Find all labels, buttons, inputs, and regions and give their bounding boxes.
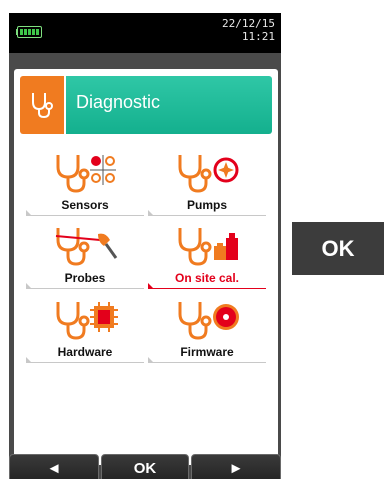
- menu-item-on-site-calibration[interactable]: On site cal.: [148, 220, 266, 290]
- menu-item-label: Hardware: [57, 345, 113, 359]
- diagnostic-panel: Diagnostic Sensors Pumps Probes On site …: [14, 69, 278, 465]
- header-title-bar: Diagnostic: [66, 76, 272, 134]
- menu-header: Diagnostic: [20, 76, 272, 134]
- menu-item-label: On site cal.: [174, 271, 240, 285]
- menu-item-firmware[interactable]: Firmware: [148, 294, 266, 364]
- softkey-ok-button[interactable]: OK: [101, 454, 189, 479]
- ok-button[interactable]: OK: [292, 222, 384, 275]
- on-site-calibration-icon: [178, 228, 238, 266]
- page-title: Diagnostic: [76, 92, 161, 112]
- menu-item-label: Firmware: [180, 345, 234, 359]
- datetime: 22/12/15 11:21: [222, 17, 275, 43]
- firmware-icon: [178, 302, 239, 340]
- hardware-icon: [56, 302, 118, 340]
- menu-item-pumps[interactable]: Pumps: [148, 147, 266, 217]
- menu-item-sensors[interactable]: Sensors: [26, 147, 144, 217]
- status-bar: 22/12/15 11:21: [9, 13, 281, 53]
- softkey-left-button[interactable]: ◄: [9, 454, 99, 479]
- instrument-screen: 22/12/15 11:21 Diagnostic Sensors Pumps …: [9, 13, 281, 479]
- menu-item-label: Probes: [64, 271, 106, 285]
- probes-icon: [55, 228, 118, 266]
- menu-item-hardware[interactable]: Hardware: [26, 294, 144, 364]
- softkey-right-button[interactable]: ►: [191, 454, 281, 479]
- menu-item-probes[interactable]: Probes: [26, 220, 144, 290]
- header-icon-box: [20, 76, 64, 134]
- battery-full-icon: [17, 26, 42, 38]
- menu-item-label: Pumps: [186, 198, 227, 212]
- stethoscope-icon: [32, 93, 53, 119]
- device-frame: 22/12/15 11:21 Diagnostic Sensors Pumps …: [0, 0, 290, 479]
- pumps-icon: [178, 155, 239, 193]
- sensors-icon: [56, 155, 116, 193]
- softkey-bar: ◄ OK ►: [9, 454, 281, 479]
- date-text: 22/12/15: [222, 17, 275, 30]
- time-text: 11:21: [241, 30, 275, 43]
- menu-item-label: Sensors: [61, 198, 109, 212]
